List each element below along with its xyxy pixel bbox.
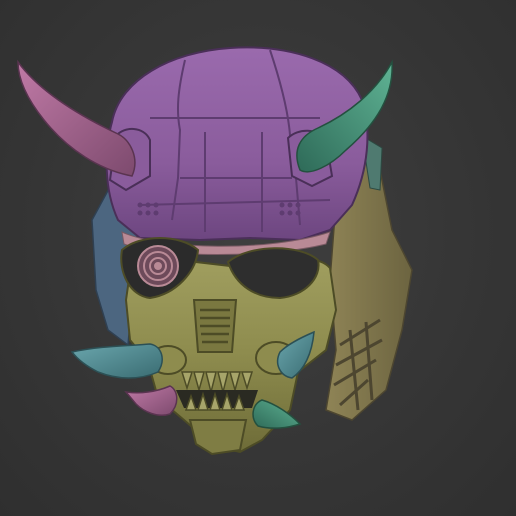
oni-mask-render bbox=[17, 46, 413, 456]
chin-plate bbox=[188, 419, 248, 456]
left-eye-lens-icon bbox=[137, 245, 179, 287]
left-lower-fang-icon bbox=[124, 385, 178, 416]
viewport bbox=[0, 0, 516, 516]
left-cheek-fang-icon bbox=[70, 343, 163, 379]
